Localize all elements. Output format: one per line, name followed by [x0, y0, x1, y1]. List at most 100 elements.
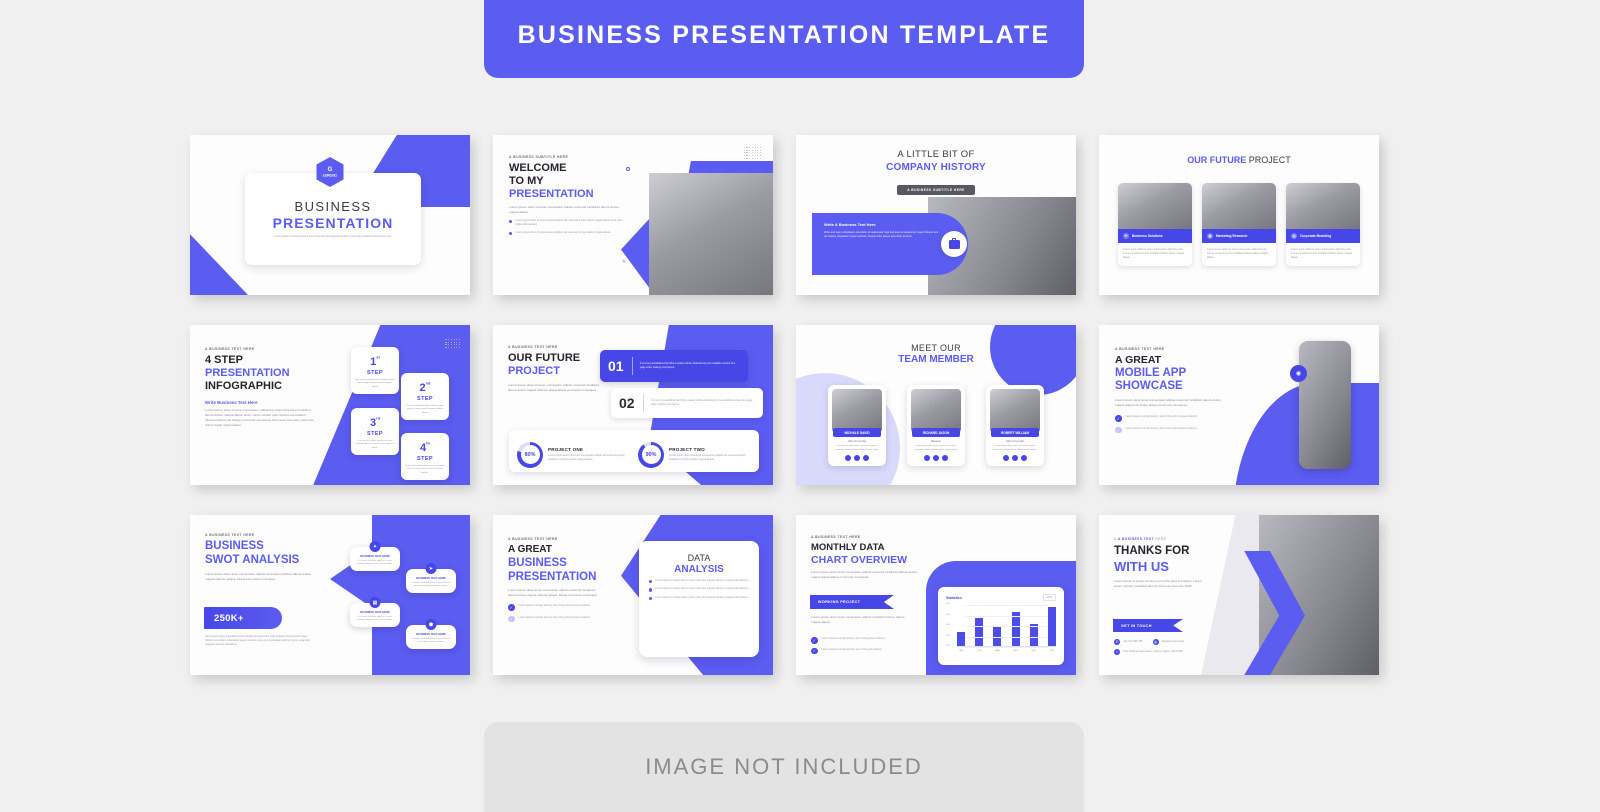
slide-thanks[interactable]: A A BUSINESS TEXT HERE THANKS FOR WITH U… — [1099, 515, 1379, 675]
member-name: ROBERT WILLIAM — [991, 428, 1039, 438]
page-title: BUSINESS PRESENTATION TEMPLATE — [517, 20, 1051, 49]
member-body: Lorem ipsum dolor amet consectetur adipi… — [993, 445, 1037, 451]
bar — [957, 632, 965, 646]
slide-company-history[interactable]: A LITTLE BIT OF COMPANY HISTORY A BUSINE… — [796, 135, 1076, 295]
y-tick: 300 — [946, 634, 950, 637]
team-card[interactable]: MICHALE DAVID CEO & Founder Lorem ipsum … — [828, 385, 886, 466]
slide-project-numbers[interactable]: A BUSINESS TEXT HERE OUR FUTURE PROJECT … — [493, 325, 773, 485]
project-name: PROJECT TWO — [669, 447, 705, 452]
step-word: STEP — [367, 431, 383, 437]
app-badge-icon: ◉ — [1290, 365, 1307, 382]
step-card-3[interactable]: 3rd STEP Duis aute irure dolor adipiscit… — [351, 408, 399, 456]
location-icon: ⌖ — [1114, 649, 1120, 655]
swot-card-2[interactable]: ➤ BUSINESS TEXT HERE Consecte incididunt… — [406, 563, 456, 594]
get-in-touch-ribbon: GET IN TOUCH — [1113, 619, 1183, 632]
contact-address[interactable]: ⌖ Your Address Goes Here, Country Name, … — [1114, 649, 1239, 655]
card-photo — [1286, 183, 1360, 229]
title-line-1: MONTHLY DATA — [811, 542, 885, 553]
step-card-2[interactable]: 2nd STEP Consecte incididunt labore dolo… — [401, 373, 449, 421]
slide-team[interactable]: MEET OUR TEAM MEMBER MICHALE DAVID CEO &… — [796, 325, 1076, 485]
check-text: Lorem ipsum is simply dummy text of the … — [821, 647, 883, 651]
eyebrow: A BUSINESS TEXT HERE — [508, 345, 558, 349]
contact-text: Your Address Goes Here, Country Name, AB… — [1123, 649, 1183, 653]
facebook-icon — [845, 454, 851, 461]
title-card: BUSINESS PRESENTATION Lorem Ipsum is sim… — [245, 173, 421, 265]
bullet-item: Lorem ipsum is simply dummy text of the … — [649, 596, 749, 601]
check-item: ✓ Lorem ipsum is simply dummy text of th… — [811, 637, 915, 644]
title-line-1: 4 STEP — [205, 354, 243, 366]
card-label: BUSINESS TEXT HERE — [360, 611, 390, 614]
contact-phone[interactable]: ✆ +01 123 456 789 — [1114, 639, 1143, 645]
card-label: BUSINESS TEXT HERE — [360, 555, 390, 558]
slide-title[interactable]: G COMPANY slogan goes here BUSINESS PRES… — [190, 135, 470, 295]
step-body: Duis aute irure dolor adipiscit sit amet… — [355, 440, 395, 449]
card-body: Lorem ipsum dolor sit amet consectetur a… — [1207, 248, 1269, 259]
gear-icon: ✦ — [369, 541, 381, 552]
check-icon: ✓ — [1115, 426, 1122, 434]
target-icon: ◎ — [1291, 233, 1297, 239]
step-number: 3rd — [369, 415, 381, 429]
statistics-chart: Statistics 2023 600 500 400 300 200 JAN … — [938, 587, 1064, 665]
ribbon-label: WORKING PROJECT — [818, 600, 861, 604]
project-card[interactable]: ◎ Corporate Branding Lorem ipsum dolor s… — [1286, 183, 1360, 266]
social-icons[interactable] — [828, 454, 886, 461]
body-text: Lorem ipsum dolor amet consectetur adipi… — [1115, 398, 1222, 408]
person-photo — [649, 173, 773, 295]
x-tick: APR — [1013, 649, 1018, 652]
globe-icon: ◍ — [1152, 639, 1159, 645]
team-card[interactable]: ROBERT WILLIAM CEO & Founder Lorem ipsum… — [986, 385, 1044, 466]
project-card[interactable]: ◍ Marketing Research Lorem ipsum dolor s… — [1202, 183, 1276, 266]
subtitle-pill: A BUSINESS SUBTITLE HERE — [897, 185, 975, 195]
rocket-icon: ➤ — [425, 563, 437, 574]
member-photo — [911, 389, 961, 433]
title-line-2: SWOT ANALYSIS — [205, 553, 300, 566]
project-card[interactable]: ✦ Business Solutions Lorem ipsum dolor s… — [1118, 183, 1192, 266]
x-tick: MAY — [1031, 649, 1037, 652]
eyebrow-blue: A BUSINESS TEXT — [1117, 537, 1155, 541]
title-line-3: SHOWCASE — [1115, 380, 1183, 393]
project-name: PROJECT ONE — [548, 447, 584, 452]
subtitle: Write Business Text Here — [205, 399, 258, 405]
slide-swot[interactable]: A BUSINESS TEXT HERE BUSINESS SWOT ANALY… — [190, 515, 470, 675]
swot-card-3[interactable]: ▦ BUSINESS TEXT HERE Duis aute irure dol… — [350, 597, 400, 628]
phone-icon: ✆ — [1114, 639, 1120, 645]
chart-legend: 2023 — [1042, 594, 1056, 601]
step-body: Sed enim incididunt labore sit amet temp… — [405, 465, 445, 474]
body-text: Lorem ipsum dolor amet consectetur adipi… — [508, 588, 598, 598]
working-project-ribbon: WORKING PROJECT — [810, 595, 894, 609]
contact-website[interactable]: ◍ Website Goes Here — [1152, 639, 1184, 645]
team-card[interactable]: RICHARD JASON Manager Lorem ipsum dolor … — [907, 385, 965, 466]
card-body: Lorem ipsum dolor sit amet consectetur a… — [1291, 248, 1353, 259]
title-line-1: A GREAT — [1115, 354, 1162, 366]
eyebrow: A A BUSINESS TEXT HERE — [1114, 537, 1167, 541]
slide-future-project[interactable]: OUR FUTURE PROJECT ✦ Business Solutions … — [1099, 135, 1379, 295]
card-photo — [1118, 183, 1192, 229]
title-line-2: PRESENTATION — [272, 215, 394, 231]
swot-card-4[interactable]: ⬟ BUSINESS TEXT HERE Consecte incididunt… — [406, 619, 456, 650]
numbered-item-02[interactable]: 02 It is a long established fact that a … — [611, 388, 763, 418]
title-line-2: TO MY — [509, 174, 544, 187]
title-line-1: OUR FUTURE — [508, 352, 581, 364]
eyebrow: A BUSINESS SUBTITLE HERE — [509, 155, 569, 159]
projects-panel: 80% PROJECT ONE Lorem ipsum dolor ipsa a… — [509, 430, 759, 472]
slide-mobile-app[interactable]: ◉ A BUSINESS TEXT HERE A GREAT MOBILE AP… — [1099, 325, 1379, 485]
body-text: Lorem ipsum dolor amet consectetur adipi… — [811, 570, 918, 580]
social-icons[interactable] — [907, 454, 965, 461]
check-icon: ✓ — [811, 647, 818, 654]
numbered-item-01[interactable]: 01 It is a long established fact that a … — [600, 350, 748, 382]
card-body: Consecte incididunt labore sit amet dolo… — [411, 638, 451, 644]
social-icons[interactable] — [986, 454, 1044, 461]
slide-data-analysis[interactable]: A BUSINESS TEXT HERE A GREAT BUSINESS PR… — [493, 515, 773, 675]
bar — [1029, 623, 1038, 646]
step-word: STEP — [367, 370, 383, 376]
step-card-4[interactable]: 4th STEP Sed enim incididunt labore sit … — [401, 433, 449, 481]
swot-card-1[interactable]: ✦ BUSINESS TEXT HERE Duis aute irure dol… — [350, 541, 400, 572]
slide-four-step[interactable]: A BUSINESS TEXT HERE 4 STEP PRESENTATION… — [190, 325, 470, 485]
check-icon: ✓ — [811, 637, 818, 644]
slide-chart-overview[interactable]: A BUSINESS TEXT HERE MONTHLY DATA CHART … — [796, 515, 1076, 675]
step-card-1[interactable]: 1st STEP Sed ante eiusmod tempor incidid… — [351, 347, 399, 395]
title-line-1: A LITTLE BIT OF — [897, 149, 975, 160]
slide-welcome[interactable]: A BUSINESS SUBTITLE HERE WELCOME TO MY P… — [493, 135, 773, 295]
card-label: Business Solutions — [1132, 234, 1163, 238]
member-photo — [990, 389, 1040, 433]
